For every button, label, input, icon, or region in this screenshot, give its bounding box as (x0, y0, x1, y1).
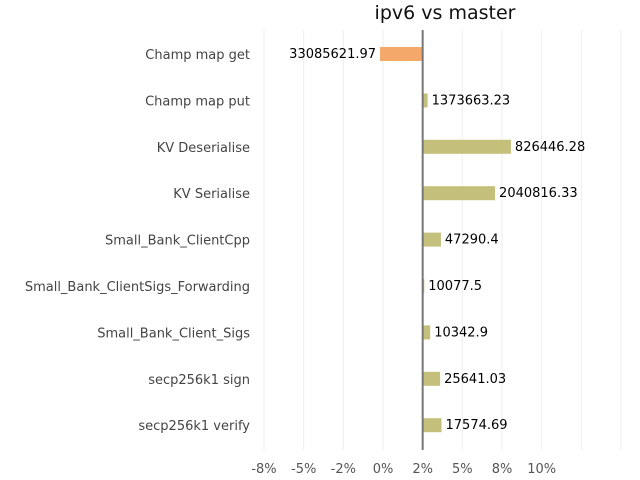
category-label: Small_Bank_Client_Sigs (97, 326, 250, 341)
category-labels: Champ map get Champ map put KV Deserialise… (25, 48, 250, 434)
bar (380, 47, 423, 61)
bar (422, 139, 511, 154)
x-tick-label: 2% (412, 462, 433, 477)
bar (422, 325, 431, 340)
bar (422, 418, 442, 433)
chart-title: ipv6 vs master (375, 2, 516, 24)
value-label: 10342.9 (434, 325, 488, 340)
bar (422, 371, 441, 386)
category-label: Champ map put (145, 94, 250, 109)
category-label: Champ map get (145, 48, 250, 63)
value-label: 10077.5 (428, 279, 482, 294)
x-tick-label: -5% (291, 462, 316, 477)
value-label: 17574.69 (446, 418, 508, 433)
bar-chart: ipv6 vs master Champ map get Champ map pu… (25, 2, 622, 477)
category-label: secp256k1 sign (148, 373, 250, 388)
value-label: 33085621.97 (289, 47, 376, 62)
x-tick-label: -2% (331, 462, 356, 477)
x-tick-label: 0% (373, 462, 394, 477)
bar (422, 232, 441, 247)
x-axis-tick-labels: -8% -5% -2% 0% 2% 5% 8% 10% (251, 462, 556, 477)
value-label: 25641.03 (444, 372, 506, 387)
x-tick-label: 8% (492, 462, 513, 477)
category-label: Small_Bank_ClientCpp (105, 234, 250, 249)
value-label: 1373663.23 (432, 93, 511, 108)
category-label: KV Deserialise (157, 141, 250, 156)
category-label: KV Serialise (173, 187, 250, 202)
category-label: Small_Bank_ClientSigs_Forwarding (25, 280, 250, 295)
value-label: 2040816.33 (499, 186, 578, 201)
bar (422, 186, 496, 201)
x-tick-label: 5% (452, 462, 473, 477)
x-tick-label: 10% (527, 462, 556, 477)
value-label: 826446.28 (515, 140, 585, 155)
x-tick-label: -8% (251, 462, 276, 477)
value-label: 47290.4 (445, 233, 499, 248)
category-label: secp256k1 verify (138, 419, 250, 434)
